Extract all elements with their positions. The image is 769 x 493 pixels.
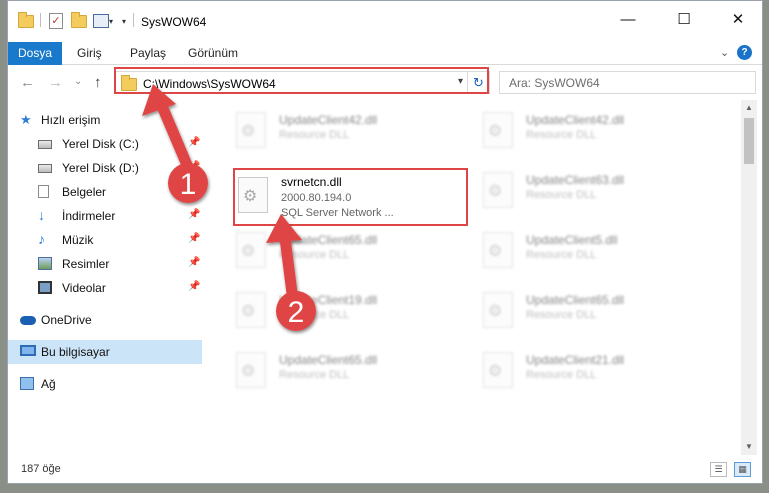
arrow-2-head [266, 214, 302, 243]
step-1-badge: 1 [168, 163, 208, 203]
step-2-number: 2 [288, 296, 305, 329]
annotation-overlay: 1 2 [142, 84, 316, 331]
arrow-2-shaft [279, 232, 298, 299]
step-1-number: 1 [180, 168, 197, 201]
arrow-1-shaft [156, 100, 193, 171]
arrow-1 [142, 84, 193, 171]
arrow-2 [266, 214, 302, 299]
step-2-badge: 2 [276, 291, 316, 331]
